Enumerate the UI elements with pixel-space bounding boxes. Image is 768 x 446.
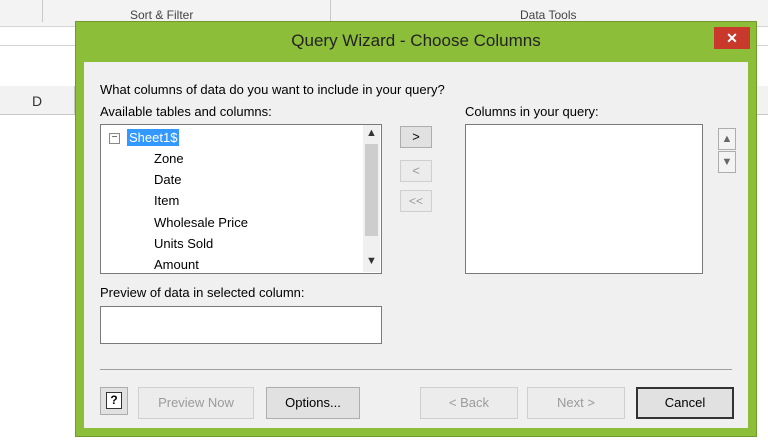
help-button[interactable]: ? <box>100 387 128 415</box>
vertical-scrollbar[interactable]: ▲ ▼ <box>363 125 380 272</box>
preview-now-button[interactable]: Preview Now <box>138 387 254 419</box>
query-columns-label: Columns in your query: <box>465 104 599 119</box>
help-icon: ? <box>106 392 122 409</box>
column-item-amount[interactable]: Amount <box>154 257 199 271</box>
move-down-button[interactable]: ▼ <box>718 151 736 173</box>
collapse-icon[interactable]: − <box>109 133 120 144</box>
column-item-wholesale-price[interactable]: Wholesale Price <box>154 215 248 230</box>
move-up-button[interactable]: ▲ <box>718 128 736 150</box>
scroll-thumb[interactable] <box>365 144 378 236</box>
scroll-down-arrow-icon[interactable]: ▼ <box>363 253 380 270</box>
back-button[interactable]: < Back <box>420 387 518 419</box>
ribbon-group-sort-filter: Sort & Filter <box>130 8 194 22</box>
remove-column-button[interactable]: < <box>400 160 432 182</box>
preview-label: Preview of data in selected column: <box>100 285 305 300</box>
cancel-button[interactable]: Cancel <box>636 387 734 419</box>
available-columns-label: Available tables and columns: <box>100 104 272 119</box>
dialog-title: Query Wizard - Choose Columns <box>291 31 541 50</box>
column-item-units-sold[interactable]: Units Sold <box>154 236 213 251</box>
ribbon-separator <box>42 0 43 22</box>
query-wizard-dialog: Query Wizard - Choose Columns ✕ What col… <box>76 22 756 436</box>
tree-root-sheet1[interactable]: Sheet1$ <box>127 129 180 146</box>
ribbon-separator <box>330 0 331 22</box>
move-down-icon: ▼ <box>721 156 733 168</box>
preview-field <box>100 306 382 344</box>
options-button[interactable]: Options... <box>266 387 360 419</box>
columns-prompt: What columns of data do you want to incl… <box>100 82 445 97</box>
column-item-item[interactable]: Item <box>154 193 179 208</box>
ribbon-group-data-tools: Data Tools <box>520 8 577 22</box>
column-item-zone[interactable]: Zone <box>154 151 184 166</box>
column-header-d[interactable]: D <box>0 86 75 114</box>
remove-all-columns-button[interactable]: << <box>400 190 432 212</box>
move-up-icon: ▲ <box>721 133 733 145</box>
add-column-button[interactable]: > <box>400 126 432 148</box>
close-icon: ✕ <box>726 30 738 46</box>
available-columns-listbox[interactable]: − Sheet1$ Zone Date Item Wholesale Price… <box>100 124 382 274</box>
dialog-separator <box>100 369 732 370</box>
column-item-date[interactable]: Date <box>154 172 181 187</box>
query-columns-listbox[interactable] <box>465 124 703 274</box>
dialog-title-bar[interactable]: Query Wizard - Choose Columns ✕ <box>76 22 756 66</box>
dialog-client-area: What columns of data do you want to incl… <box>84 62 748 428</box>
close-button[interactable]: ✕ <box>714 27 750 49</box>
scroll-up-arrow-icon[interactable]: ▲ <box>363 125 380 142</box>
next-button[interactable]: Next > <box>527 387 625 419</box>
